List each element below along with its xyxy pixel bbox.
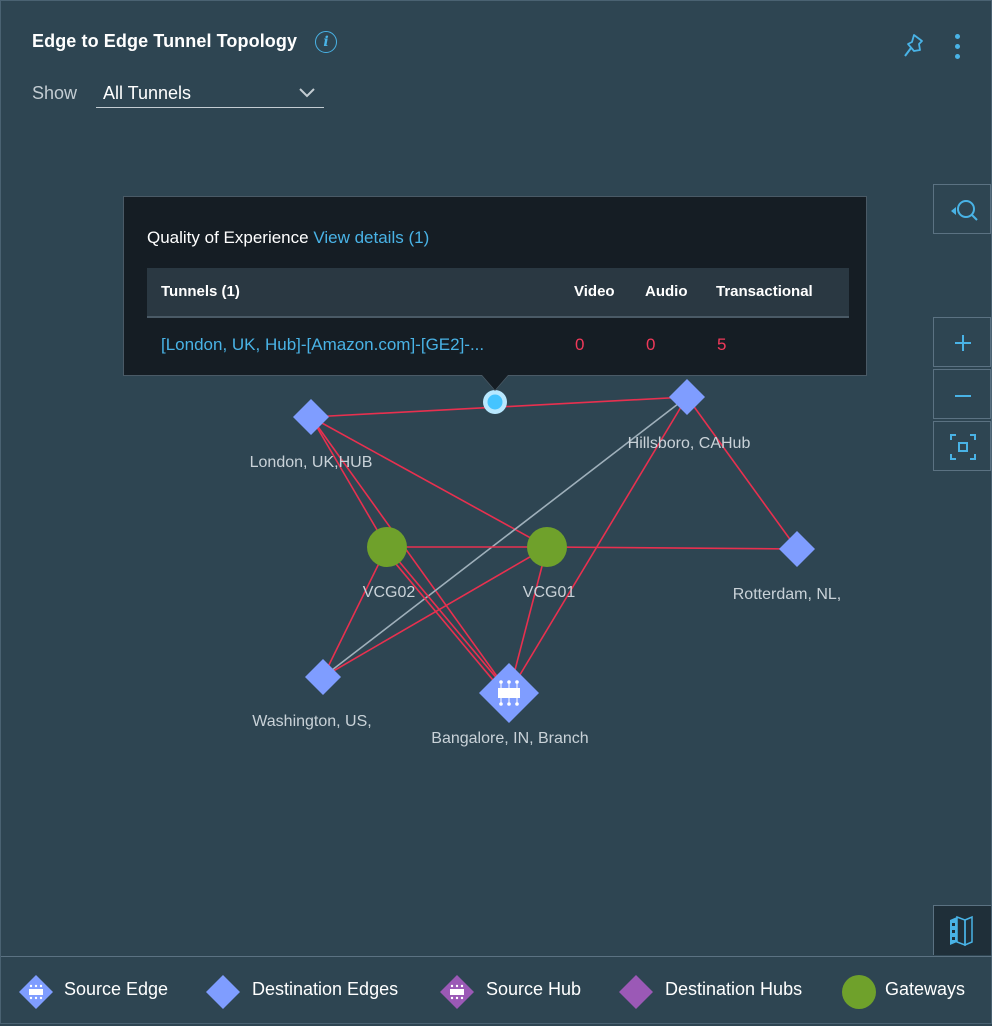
tunnel-link-vcg01-washington[interactable] bbox=[322, 546, 548, 678]
search-locate-icon bbox=[951, 200, 978, 221]
col-tunnels[interactable]: Tunnels (1) bbox=[161, 283, 240, 300]
legend: Source Edge Destination Edges Source Hub… bbox=[1, 956, 992, 1026]
locate-search-button[interactable] bbox=[933, 184, 991, 234]
legend-label: Source Edge bbox=[64, 979, 169, 999]
node-label: London, UK,HUB bbox=[250, 454, 373, 471]
video-score: 0 bbox=[575, 335, 585, 354]
node-label: Washington, US, bbox=[252, 713, 371, 730]
audio-score: 0 bbox=[646, 335, 656, 354]
destination-edge-icon bbox=[305, 659, 341, 695]
popover-arrow bbox=[482, 375, 508, 390]
tunnel-link-vcg02-washington[interactable] bbox=[322, 546, 388, 678]
view-details-link[interactable]: View details (1) bbox=[313, 228, 429, 247]
zoom-out-button[interactable] bbox=[933, 369, 991, 419]
tunnel-link-vcg01-rotterdam[interactable] bbox=[546, 546, 798, 550]
qoe-title: Quality of Experience View details (1) bbox=[147, 228, 429, 248]
zoom-in-button[interactable] bbox=[933, 317, 991, 367]
col-transactional[interactable]: Transactional bbox=[716, 283, 813, 300]
qoe-popover: Quality of Experience View details (1) T… bbox=[123, 196, 867, 376]
map-view-button[interactable] bbox=[933, 905, 991, 955]
legend-label: Source Hub bbox=[486, 979, 582, 999]
fit-to-screen-icon bbox=[950, 434, 976, 460]
qoe-table: Tunnels (1) Video Audio Transactional [L… bbox=[147, 268, 849, 374]
node-label: Hillsboro, CAHub bbox=[628, 435, 751, 452]
gateway-icon bbox=[527, 527, 567, 567]
node-label: VCG02 bbox=[363, 584, 416, 601]
node-vcg01[interactable]: VCG01 bbox=[523, 527, 576, 601]
legend-label: Destination Edges bbox=[252, 979, 399, 999]
source-edge-icon bbox=[19, 975, 53, 1009]
qoe-title-text: Quality of Experience bbox=[147, 228, 309, 247]
node-label: VCG01 bbox=[523, 584, 576, 601]
node-label: Rotterdam, NL, bbox=[733, 586, 841, 603]
destination-edge-icon bbox=[779, 531, 815, 567]
tunnel-link-london-vcg01[interactable] bbox=[310, 416, 548, 548]
col-audio[interactable]: Audio bbox=[645, 283, 688, 300]
topology-panel: Edge to Edge Tunnel Topology i Show All … bbox=[0, 0, 992, 1024]
qoe-table-header: Tunnels (1) Video Audio Transactional bbox=[147, 268, 849, 318]
destination-edge-icon bbox=[669, 379, 705, 415]
tunnel-link-vcg02-bangalore[interactable] bbox=[383, 549, 507, 697]
fit-to-screen-button[interactable] bbox=[933, 421, 991, 471]
plus-icon bbox=[955, 335, 971, 351]
source-hub-icon bbox=[440, 975, 474, 1009]
col-video[interactable]: Video bbox=[574, 283, 615, 300]
topology-graph: London, UK,HUB Hillsboro, CAHub VCG02 VCG01… bbox=[250, 379, 841, 747]
destination-edge-icon bbox=[293, 399, 329, 435]
node-label: Bangalore, IN, Branch bbox=[431, 730, 588, 747]
selected-tunnel-marker[interactable] bbox=[483, 390, 507, 414]
node-hillsboro[interactable]: Hillsboro, CAHub bbox=[628, 379, 751, 452]
minus-icon bbox=[955, 395, 971, 397]
gateway-icon bbox=[842, 975, 876, 1009]
node-bangalore[interactable]: Bangalore, IN, Branch bbox=[431, 663, 589, 747]
destination-edge-icon bbox=[206, 975, 240, 1009]
tunnel-link-london-vcg02[interactable] bbox=[310, 416, 388, 548]
legend-label: Gateways bbox=[885, 979, 966, 999]
tunnel-name-link[interactable]: [London, UK, Hub]-[Amazon.com]-[GE2]-... bbox=[161, 335, 484, 355]
node-vcg02[interactable]: VCG02 bbox=[363, 527, 416, 601]
table-row: [London, UK, Hub]-[Amazon.com]-[GE2]-...… bbox=[147, 318, 849, 374]
legend-label: Destination Hubs bbox=[665, 979, 803, 999]
node-washington[interactable]: Washington, US, bbox=[252, 659, 372, 730]
transactional-score: 5 bbox=[717, 335, 727, 354]
gateway-icon bbox=[367, 527, 407, 567]
node-london[interactable]: London, UK,HUB bbox=[250, 399, 373, 471]
tunnel-link-hillsboro-rotterdam[interactable] bbox=[686, 396, 798, 550]
tunnel-link-vcg02-bangalore[interactable] bbox=[386, 546, 510, 694]
map-icon bbox=[950, 915, 973, 947]
node-rotterdam[interactable]: Rotterdam, NL, bbox=[733, 531, 841, 603]
destination-hub-icon bbox=[619, 975, 653, 1009]
